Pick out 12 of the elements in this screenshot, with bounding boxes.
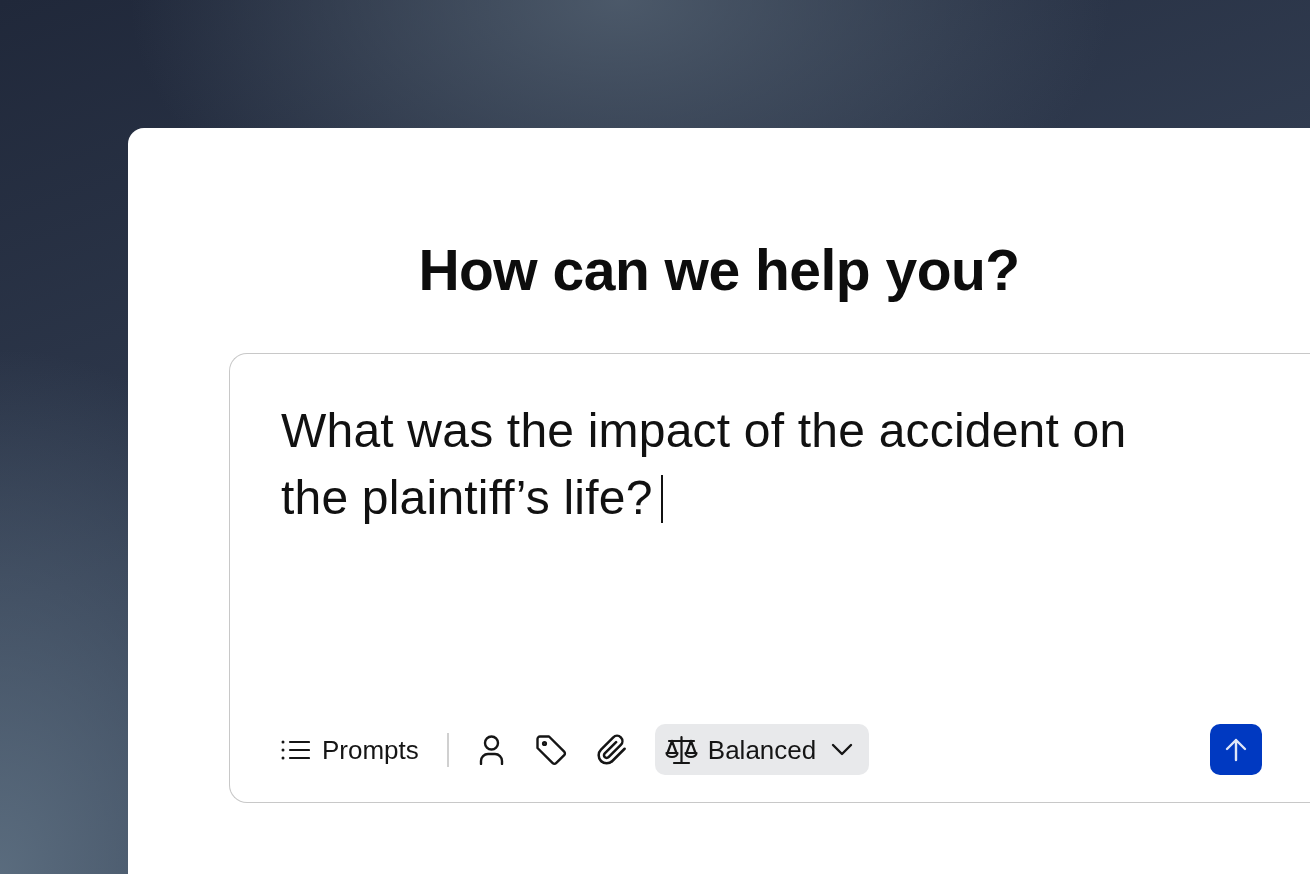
list-icon xyxy=(281,739,310,760)
prompts-button[interactable]: Prompts xyxy=(281,734,419,765)
tag-icon[interactable] xyxy=(534,733,567,766)
arrow-up-icon xyxy=(1225,737,1247,762)
person-icon[interactable] xyxy=(478,734,504,765)
chevron-down-icon xyxy=(831,743,854,756)
message-input[interactable]: What was the impact of the accident on the plaintiff’s life? xyxy=(281,397,1161,531)
paperclip-icon[interactable] xyxy=(595,733,628,766)
scales-icon xyxy=(664,734,698,765)
send-button[interactable] xyxy=(1210,724,1262,775)
mode-dropdown[interactable]: Balanced xyxy=(654,724,870,775)
page-heading: How can we help you? xyxy=(418,237,1020,304)
